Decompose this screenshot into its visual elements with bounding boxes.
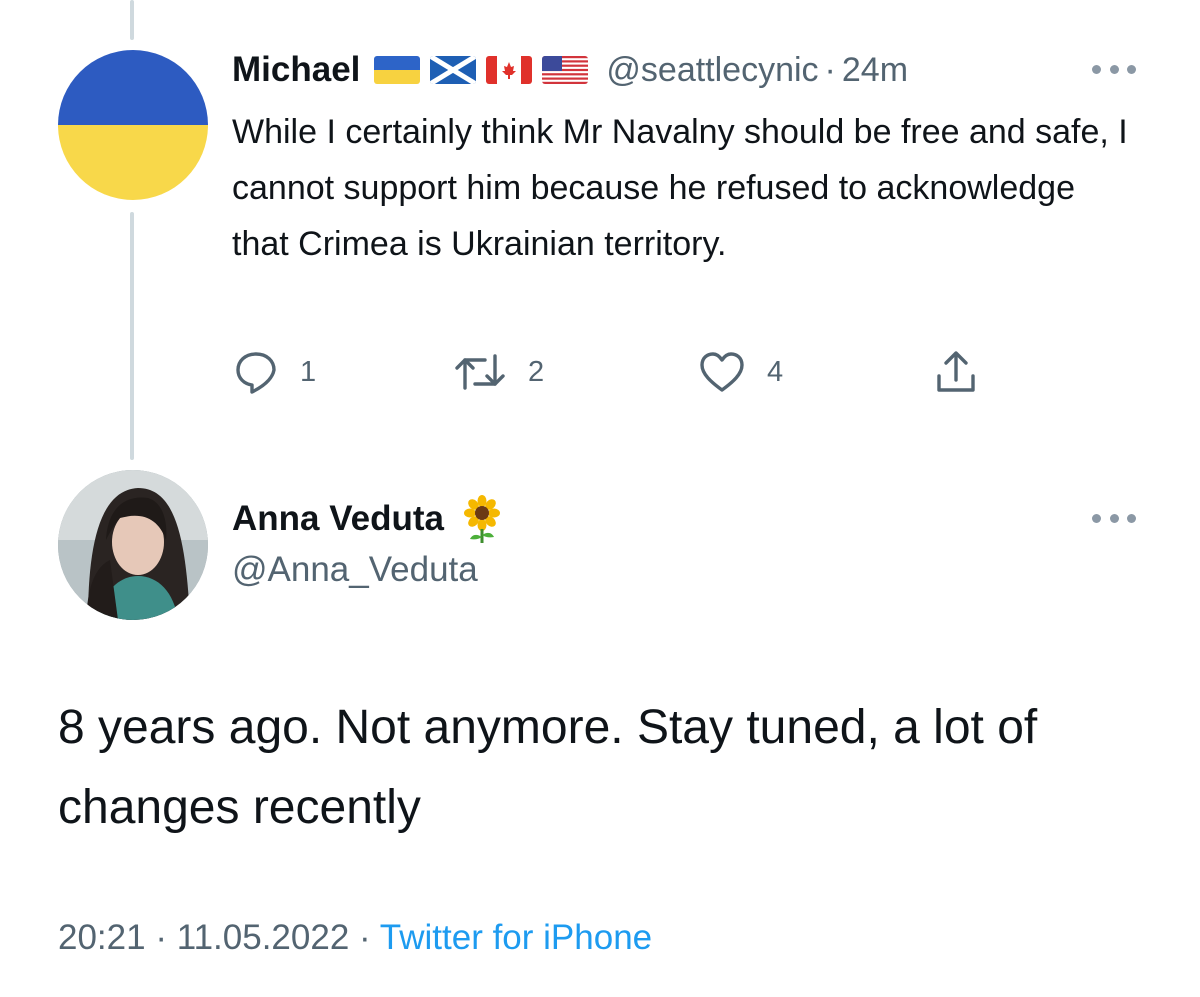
thread-line-top: [130, 0, 134, 40]
avatar-yellow-half: [58, 125, 208, 200]
main-tweet-text: 8 years ago. Not anymore. Stay tuned, a …: [58, 701, 1038, 834]
retweet-button[interactable]: 2: [452, 346, 544, 398]
avatar[interactable]: [58, 470, 208, 620]
flag-canada-icon: [486, 56, 533, 84]
thread-line-bottom: [130, 212, 134, 460]
reply-tweet-text: While I certainly think Mr Navalny shoul…: [232, 113, 1128, 263]
tweet-footer: 20:21 · 11.05.2022 · Twitter for iPhone: [58, 918, 652, 958]
avatar-blue-half: [58, 50, 208, 125]
avatar[interactable]: [58, 50, 208, 200]
main-author-name[interactable]: Anna Veduta: [232, 499, 444, 539]
like-count: 4: [767, 355, 784, 388]
main-author-row: Anna Veduta: [232, 495, 504, 543]
tweet-date[interactable]: 11.05.2022: [177, 918, 350, 957]
profile-photo: [58, 470, 208, 620]
tweet-source-link[interactable]: Twitter for iPhone: [380, 918, 652, 957]
sunflower-icon: [463, 495, 500, 543]
flag-scotland-icon: [430, 56, 477, 84]
retweet-count: 2: [528, 355, 545, 388]
more-horizontal-icon[interactable]: [1092, 512, 1136, 524]
more-dot: [1127, 513, 1136, 523]
more-dot: [1109, 513, 1119, 523]
separator-dot: ·: [359, 918, 371, 957]
reply-icon: [236, 352, 276, 394]
more-dot: [1092, 513, 1101, 523]
separator-dot: ·: [155, 918, 167, 957]
main-author-handle[interactable]: @Anna_Veduta: [232, 550, 478, 590]
reply-author-row: Michael @seattlecynic · 24m: [232, 48, 908, 92]
reply-author-handle[interactable]: @seattlecynic: [606, 51, 818, 90]
flag-emoji-group: [374, 56, 598, 84]
more-horizontal-icon[interactable]: [1092, 63, 1136, 75]
separator-dot: ·: [824, 50, 836, 89]
more-dot: [1127, 64, 1136, 74]
tweet-time[interactable]: 20:21: [58, 918, 146, 957]
reply-button[interactable]: 1: [232, 346, 316, 398]
share-button[interactable]: [932, 346, 980, 398]
flag-ukraine-icon: [374, 56, 421, 84]
flag-usa-icon: [542, 56, 589, 84]
reply-author-name[interactable]: Michael: [232, 50, 360, 90]
more-dot: [1109, 64, 1119, 74]
reply-count: 1: [300, 355, 317, 388]
retweet-icon: [455, 354, 505, 390]
more-dot: [1092, 64, 1101, 74]
like-button[interactable]: 4: [697, 346, 783, 398]
heart-icon: [700, 352, 744, 392]
tweet-action-bar: 1 2 4: [232, 346, 1012, 398]
share-icon: [937, 351, 975, 392]
reply-timestamp[interactable]: 24m: [842, 51, 908, 90]
